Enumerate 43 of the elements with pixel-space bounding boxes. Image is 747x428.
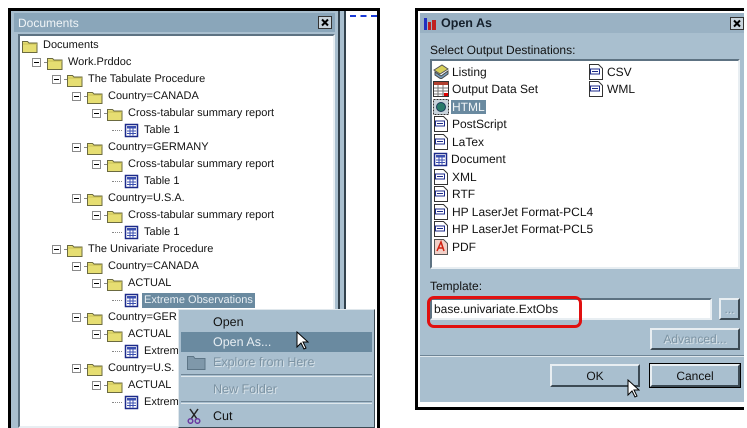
tree-item[interactable]: Cross-tabular summary report — [126, 157, 276, 172]
field-label: Template: — [430, 279, 482, 293]
tree-item[interactable]: Country=GER — [106, 310, 179, 325]
tree-item[interactable]: Cross-tabular summary report — [126, 106, 276, 121]
destination-item[interactable]: Output Data Set — [451, 82, 540, 96]
tree-item[interactable]: ACTUAL — [126, 276, 174, 291]
tree-item[interactable]: Cross-tabular summary report — [126, 208, 276, 223]
tree-item[interactable]: Table 1 — [142, 225, 182, 240]
destination-item[interactable]: XML — [451, 170, 478, 184]
destination-item[interactable]: WML — [606, 82, 636, 96]
tree-item[interactable]: The Univariate Procedure — [86, 242, 216, 257]
tree-item[interactable]: Country=CANADA — [106, 259, 201, 274]
tree-item[interactable]: The Tabulate Procedure — [86, 72, 208, 87]
tree-item[interactable]: Country=GERMANY — [106, 140, 211, 155]
tree-item[interactable]: Extrem — [142, 395, 181, 410]
tree-item[interactable]: Documents — [41, 38, 101, 53]
destination-list[interactable]: Listing Output Data Set HTML PostScript LaTex Document XML RTF HP LaserJet Format-PCL4 HP LaserJet Format-PCL5 PDF CSV WML — [430, 59, 740, 269]
menu-item[interactable]: Open — [181, 312, 372, 332]
destination-item[interactable]: Listing — [451, 64, 488, 79]
tree-item[interactable]: Table 1 — [142, 174, 182, 189]
destination-item[interactable]: HP LaserJet Format-PCL4 — [451, 204, 594, 219]
tree-item[interactable]: Country=U.S. — [106, 361, 176, 376]
menu-item[interactable]: Cut — [181, 406, 372, 426]
ok-button[interactable]: OK — [550, 364, 640, 387]
destination-item[interactable]: Document — [450, 152, 507, 166]
template-field[interactable]: base.univariate.ExtObs — [430, 298, 712, 320]
tree-item[interactable]: Table 1 — [142, 123, 182, 138]
tree-item[interactable]: Work.Prddoc — [66, 55, 134, 70]
destination-item[interactable]: HP LaserJet Format-PCL5 — [451, 222, 594, 236]
tree-item[interactable]: Country=CANADA — [106, 89, 201, 104]
destination-item[interactable]: CSV — [606, 64, 633, 79]
destination-item[interactable]: PostScript — [451, 117, 508, 132]
tree-item[interactable]: Country=U.S.A. — [106, 191, 187, 206]
tree-item[interactable]: Extrem — [142, 344, 181, 359]
destination-item[interactable]: PDF — [451, 240, 477, 254]
panel-title: Documents — [18, 16, 79, 30]
tree-item[interactable]: ACTUAL — [126, 327, 174, 342]
cancel-button[interactable]: Cancel — [650, 364, 740, 387]
list-label: Select Output Destinations: — [430, 43, 576, 57]
tree-item[interactable]: ACTUAL — [126, 378, 174, 393]
destination-item[interactable]: LaTex — [451, 134, 486, 149]
destination-item[interactable]: RTF — [451, 187, 476, 202]
dialog-title: Open As — [441, 16, 492, 30]
